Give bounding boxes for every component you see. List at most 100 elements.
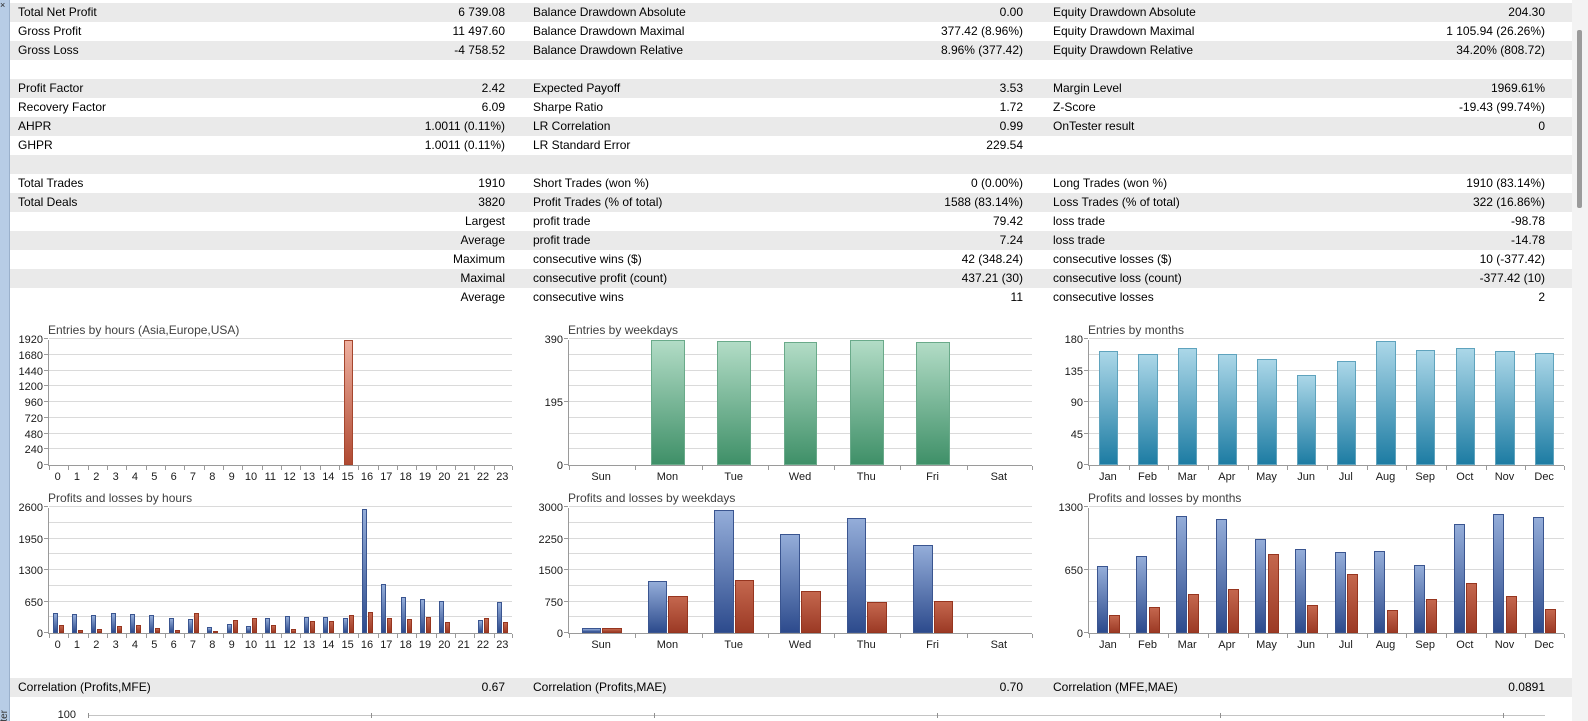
stat-label: Correlation (MFE,MAE) — [1053, 680, 1178, 694]
x-axis-tick — [1168, 466, 1170, 470]
stat-value: 6 739.08 — [458, 5, 505, 19]
tester-tab-label[interactable]: Tester — [0, 710, 9, 721]
y-axis-tick — [44, 537, 48, 539]
partial-axis-tick — [937, 713, 938, 718]
chart-plot-area — [44, 506, 513, 638]
losses-bar — [1426, 598, 1438, 633]
x-axis-tick — [203, 466, 205, 470]
scrollbar-thumb[interactable] — [1577, 30, 1582, 208]
chart-title: Profits and losses by months — [1088, 491, 1242, 505]
x-axis-tick — [1247, 634, 1249, 638]
entries-bar — [1534, 353, 1555, 465]
x-axis-category-label: 16 — [360, 639, 374, 651]
stat-value — [1545, 136, 1572, 155]
profits-bar — [420, 599, 425, 633]
x-axis-tick — [1446, 634, 1447, 638]
x-axis-tick — [300, 634, 302, 638]
stat-cell: Profit Factor 2.42 — [10, 79, 525, 98]
stat-value: -14.78 — [1510, 233, 1545, 247]
stat-cell: Average — [10, 288, 525, 307]
stat-cell: Recovery Factor 6.09 — [10, 98, 525, 117]
stat-cell: consecutive wins 11 — [525, 288, 1045, 307]
stat-value: Largest — [464, 214, 505, 228]
x-axis-tick — [358, 634, 360, 638]
backtest-report: Total Net Profit 6 739.08 Balance Drawdown… — [10, 0, 1572, 721]
losses-bar — [232, 620, 238, 633]
stat-label: Expected Payoff — [533, 81, 621, 95]
x-axis-tick — [145, 634, 147, 638]
x-axis-tick — [1564, 634, 1565, 638]
stat-value: 0.0891 — [1508, 680, 1545, 694]
x-axis-category-label: May — [1256, 639, 1277, 651]
x-axis-category-label: Jun — [1297, 471, 1316, 483]
stat-label: LR Correlation — [533, 119, 611, 133]
x-axis-category-label: Jun — [1297, 639, 1316, 651]
gridline — [49, 506, 512, 507]
stat-value: 1910 — [478, 176, 505, 190]
losses-bar — [1227, 589, 1240, 633]
x-axis-category-label: 15 — [341, 471, 354, 483]
x-axis-tick — [1287, 466, 1289, 470]
x-axis-tick — [416, 634, 418, 638]
stat-label: Equity Drawdown Absolute — [1053, 5, 1196, 19]
x-axis-tick — [767, 466, 769, 470]
stat-cell — [525, 155, 1045, 174]
x-axis-tick — [1208, 466, 1209, 470]
y-axis-tick — [564, 600, 568, 602]
x-axis-category-label: 7 — [189, 471, 197, 483]
x-axis-category-label: 5 — [151, 639, 158, 651]
profits-bar — [52, 612, 58, 633]
losses-bar — [348, 615, 354, 633]
x-axis-category-label: Mon — [656, 471, 679, 483]
x-axis-tick — [701, 466, 703, 470]
x-axis-category-label: 21 — [457, 639, 470, 651]
y-axis-tick — [44, 401, 48, 402]
x-axis-tick — [493, 466, 495, 470]
stat-cell: Maximum — [10, 250, 525, 269]
gridline — [569, 537, 1032, 539]
x-axis-category-label: 3 — [112, 639, 119, 651]
charts-row-profits: Profits and losses by hours 0 650 1300 1950 2… — [10, 490, 1572, 658]
stat-label — [10, 269, 460, 288]
profits-bar — [265, 617, 271, 633]
x-axis-category-label: 14 — [322, 471, 335, 483]
gridline — [569, 506, 1032, 507]
losses-bar — [867, 601, 887, 633]
stat-cell: Balance Drawdown Absolute 0.00 — [525, 3, 1045, 22]
chart-title: Entries by months — [1088, 323, 1185, 337]
stat-value: Maximal — [460, 271, 505, 285]
x-axis-tick — [339, 466, 340, 470]
x-axis-tick — [1247, 466, 1249, 470]
chart-title: Profits and losses by weekdays — [568, 491, 736, 505]
losses-bar — [484, 618, 489, 633]
stat-cell: OnTester result 0 — [1045, 117, 1572, 136]
x-axis-tick — [242, 466, 244, 470]
chart-plot-area — [1084, 338, 1565, 470]
stat-cell: loss trade -14.78 — [1045, 231, 1572, 250]
gridline — [569, 553, 1032, 555]
y-axis-tick — [44, 632, 48, 633]
y-axis-tick — [564, 506, 568, 507]
profits-bar — [149, 615, 155, 633]
stat-cell: Balance Drawdown Relative 8.96% (377.42) — [525, 41, 1045, 60]
x-axis-tick — [834, 634, 836, 638]
y-axis-tick — [1084, 432, 1088, 434]
stats-row: Gross Loss -4 758.52 Balance Drawdown Rela… — [10, 41, 1572, 60]
x-axis-category-label: Jul — [1338, 639, 1353, 651]
stat-value: 0.00 — [999, 5, 1023, 19]
vertical-scrollbar[interactable] — [1572, 0, 1588, 721]
x-axis-category-label: 18 — [399, 471, 412, 483]
x-axis-tick — [397, 466, 398, 470]
x-axis-tick — [435, 466, 437, 470]
x-axis-category-label: May — [1256, 471, 1277, 483]
y-axis-tick-label: 720 — [24, 412, 43, 425]
losses-bar — [801, 591, 821, 633]
stat-value: 42 (348.24) — [961, 252, 1023, 266]
close-icon[interactable]: × — [0, 0, 5, 10]
x-axis-category-label: Nov — [1494, 471, 1515, 483]
y-axis-tick-label: 750 — [544, 596, 563, 609]
x-axis-category-label: Feb — [1138, 471, 1157, 483]
x-axis-tick — [1406, 466, 1408, 470]
stat-value: 229.54 — [986, 138, 1023, 152]
gridline — [49, 401, 512, 402]
